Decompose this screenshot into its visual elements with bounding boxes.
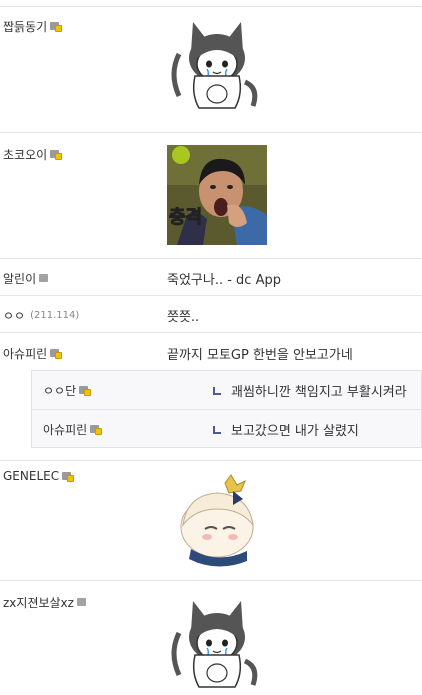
gallery-badge-icon xyxy=(50,21,63,32)
author-nickname[interactable]: 짭듥동기 xyxy=(3,18,47,35)
author-nickname[interactable]: zx지젼보살xz xyxy=(3,594,74,611)
comment-author[interactable]: zx지젼보살xz xyxy=(3,594,89,611)
author-nickname[interactable]: 아슈피린 xyxy=(3,345,47,362)
comment-author[interactable]: ㅇㅇ (211.114) xyxy=(3,307,79,324)
author-nickname[interactable]: 초코오이 xyxy=(3,146,47,163)
author-nickname[interactable]: ㅇㅇ단 xyxy=(43,382,76,399)
reply-item: ㅇㅇ단 괘씸하니깐 책임지고 부활시켜라 xyxy=(32,371,421,408)
dccon-sticker[interactable] xyxy=(167,593,267,693)
comment-text: 쯧쯧.. xyxy=(167,310,200,325)
reply-arrow-icon xyxy=(213,387,221,395)
comment-item: 아슈피린 끝까지 모토GP 한번을 안보고가네 ㅇㅇ단 괘씸하니깐 책임지고 부… xyxy=(0,332,422,460)
reply-arrow-icon xyxy=(213,426,221,434)
comment-author[interactable]: 알린이 xyxy=(3,270,51,287)
cat-girl-sticker-icon xyxy=(171,601,258,688)
comment-text: 죽었구나.. - dc App xyxy=(167,273,281,288)
comment-item: zx지젼보살xz xyxy=(0,580,422,695)
gallery-badge-icon xyxy=(62,471,75,482)
author-nickname[interactable]: 알린이 xyxy=(3,270,36,287)
author-ip: (211.114) xyxy=(30,310,80,321)
gallery-badge-icon xyxy=(90,424,103,435)
comment-text: 끝까지 모토GP 한번을 안보고가네 xyxy=(167,348,353,363)
comment-item: 초코오이 충격 xyxy=(0,132,422,258)
gallery-badge-icon xyxy=(79,385,92,396)
reply-text: 보고갔으면 내가 살렸지 xyxy=(213,420,359,439)
reply-author[interactable]: ㅇㅇ단 xyxy=(43,382,92,399)
author-nickname[interactable]: ㅇㅇ xyxy=(3,307,25,324)
reply-text-content: 괘씸하니깐 책임지고 부활시켜라 xyxy=(231,385,407,400)
gallery-badge-icon xyxy=(50,149,63,160)
comment-item: 짭듥동기 xyxy=(0,6,422,132)
reply-list: ㅇㅇ단 괘씸하니깐 책임지고 부활시켜라 아슈피린 보고갔으면 내가 살렸지 xyxy=(31,370,422,448)
author-nickname[interactable]: 아슈피린 xyxy=(43,421,87,438)
comment-author[interactable]: 초코오이 xyxy=(3,146,63,163)
reply-text: 괘씸하니깐 책임지고 부활시켜라 xyxy=(213,381,407,400)
dccon-sticker[interactable] xyxy=(167,469,267,569)
sticker-caption: 충격 xyxy=(168,207,203,229)
gallery-badge-icon xyxy=(76,597,89,608)
shocked-man-photo-icon xyxy=(167,145,267,245)
comment-author[interactable]: GENELEC xyxy=(3,469,75,483)
reply-item: 아슈피린 보고갔으면 내가 살렸지 xyxy=(32,409,421,446)
comment-item: GENELEC xyxy=(0,460,422,580)
reply-author[interactable]: 아슈피린 xyxy=(43,421,103,438)
dccon-sticker[interactable]: 충격 xyxy=(167,145,267,245)
gallery-badge-icon xyxy=(50,348,63,359)
author-nickname[interactable]: GENELEC xyxy=(3,469,59,483)
cat-girl-sticker-icon xyxy=(171,22,258,109)
white-hair-girl-sticker-icon xyxy=(167,469,267,569)
comment-author[interactable]: 아슈피린 xyxy=(3,345,63,362)
comment-item: 알린이 죽었구나.. - dc App xyxy=(0,258,422,295)
comment-author[interactable]: 짭듥동기 xyxy=(3,18,63,35)
reply-text-content: 보고갔으면 내가 살렸지 xyxy=(231,424,359,439)
comment-item: ㅇㅇ (211.114) 쯧쯧.. xyxy=(0,295,422,332)
gallery-badge-icon xyxy=(39,273,51,284)
dccon-sticker[interactable] xyxy=(167,14,267,114)
